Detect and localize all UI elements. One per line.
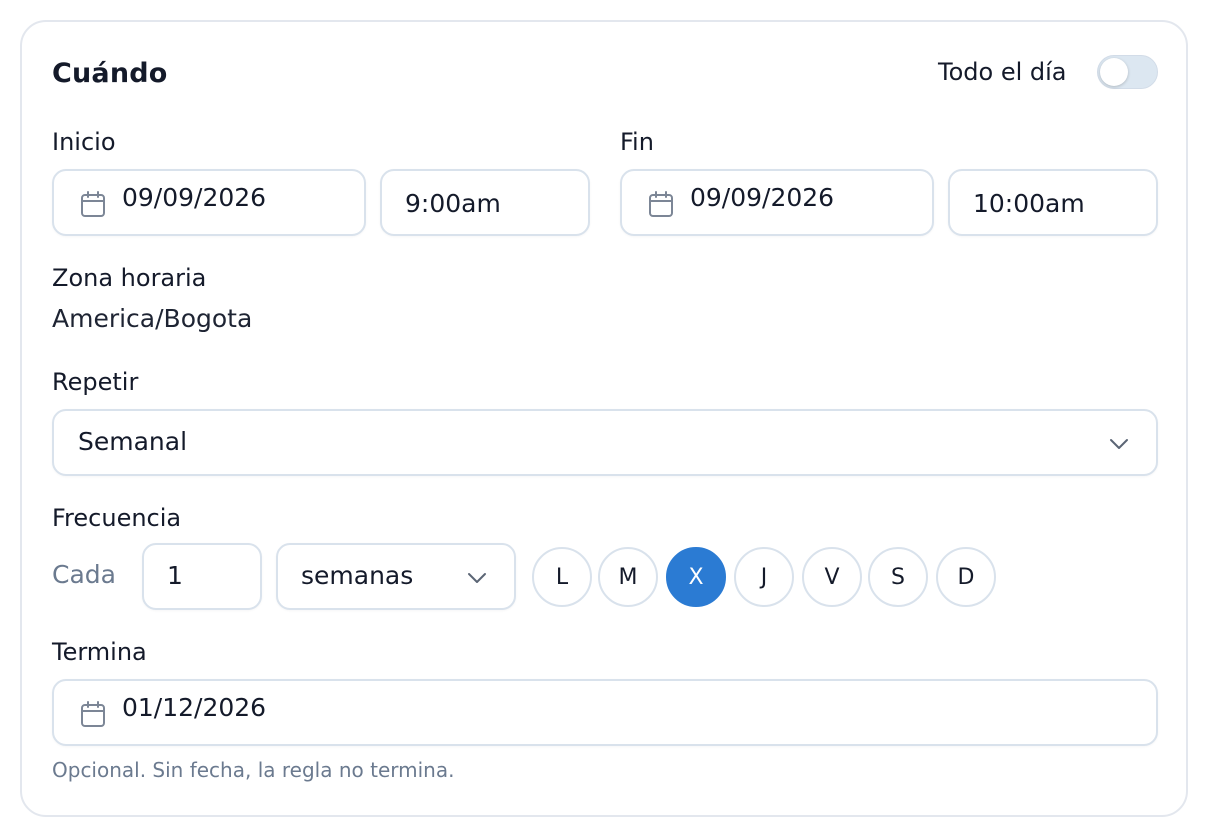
- end-label: Fin: [620, 128, 654, 156]
- all-day-toggle[interactable]: [1097, 55, 1158, 89]
- end-date-value: 09/09/2026: [690, 183, 835, 212]
- chevron-down-icon: [1110, 439, 1128, 449]
- timezone-label: Zona horaria: [52, 264, 207, 292]
- ends-label: Termina: [52, 638, 147, 666]
- start-time-field[interactable]: 9:00am: [380, 169, 590, 236]
- when-card: Cuándo Todo el día Inicio 09/09/2026 9:0…: [20, 20, 1188, 817]
- end-time-value: 10:00am: [973, 189, 1085, 218]
- start-date-value: 09/09/2026: [122, 183, 267, 212]
- day-toggle-l[interactable]: L: [532, 547, 592, 607]
- day-toggle-j[interactable]: J: [734, 547, 794, 607]
- interval-input[interactable]: 1: [142, 543, 262, 610]
- day-toggle-x[interactable]: X: [666, 547, 726, 607]
- ends-date-field[interactable]: 01/12/2026: [52, 679, 1158, 746]
- section-title: Cuándo: [52, 58, 168, 89]
- frequency-label: Frecuencia: [52, 504, 182, 532]
- ends-date-value: 01/12/2026: [122, 693, 267, 722]
- all-day-label: Todo el día: [938, 58, 1067, 86]
- start-date-field[interactable]: 09/09/2026: [52, 169, 366, 236]
- toggle-knob: [1100, 58, 1128, 86]
- timezone-value: America/Bogota: [52, 304, 253, 333]
- end-time-field[interactable]: 10:00am: [948, 169, 1158, 236]
- repeat-select[interactable]: Semanal: [52, 409, 1158, 476]
- calendar-icon: [81, 701, 105, 727]
- calendar-icon: [81, 191, 105, 217]
- start-label: Inicio: [52, 128, 116, 156]
- repeat-label: Repetir: [52, 368, 139, 396]
- chevron-down-icon: [468, 573, 486, 583]
- day-toggle-d[interactable]: D: [936, 547, 996, 607]
- start-time-value: 9:00am: [405, 189, 501, 218]
- day-toggle-s[interactable]: S: [868, 547, 928, 607]
- day-toggle-v[interactable]: V: [802, 547, 862, 607]
- repeat-selected-value: Semanal: [78, 427, 188, 456]
- ends-hint: Opcional. Sin fecha, la regla no termina…: [52, 758, 455, 782]
- end-date-field[interactable]: 09/09/2026: [620, 169, 934, 236]
- unit-select[interactable]: semanas: [276, 543, 516, 610]
- unit-selected-value: semanas: [301, 561, 414, 590]
- day-toggle-m[interactable]: M: [598, 547, 658, 607]
- every-label: Cada: [52, 560, 116, 589]
- calendar-icon: [649, 191, 673, 217]
- interval-value: 1: [167, 561, 183, 590]
